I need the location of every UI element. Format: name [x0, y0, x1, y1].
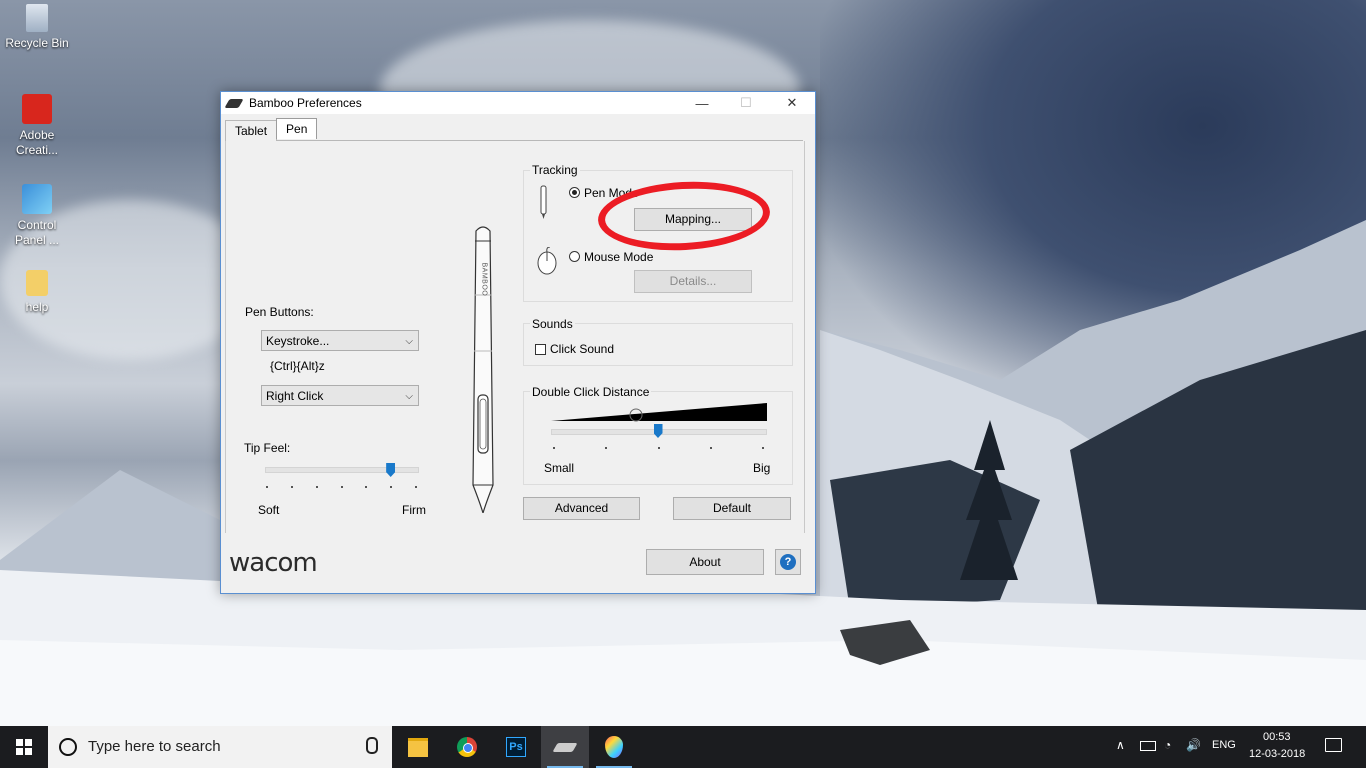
desktop-icon-adobe-creative-cloud[interactable]: Adobe Creati... [1, 94, 73, 158]
about-button[interactable]: About [646, 549, 764, 575]
chrome-icon [457, 737, 477, 757]
help-icon: ? [780, 554, 796, 570]
battery-icon[interactable] [1140, 741, 1156, 751]
paint-icon [605, 736, 623, 758]
slider-tick [315, 486, 318, 488]
tip-feel-label: Tip Feel: [244, 441, 291, 455]
show-hidden-icons-button[interactable]: ∧ [1116, 738, 1125, 752]
pen-buttons-label: Pen Buttons: [245, 305, 314, 319]
bamboo-icon [552, 742, 578, 752]
tracking-title: Tracking [530, 163, 580, 177]
slider-tick [290, 486, 293, 488]
tip-feel-min-label: Soft [258, 503, 280, 517]
photoshop-button[interactable]: Ps [492, 726, 540, 768]
wacom-logo: wacom [229, 548, 318, 578]
slider-tick [553, 447, 555, 449]
desktop-icon-recycle-bin[interactable]: Recycle Bin [1, 4, 73, 51]
default-button[interactable]: Default [673, 497, 791, 520]
mouse-mode-label: Mouse Mode [584, 250, 654, 264]
maximize-button[interactable]: ☐ [723, 92, 769, 114]
desktop-icon-control-panel[interactable]: Control Panel ... [1, 184, 73, 248]
file-explorer-icon [408, 737, 428, 757]
slider-tick [266, 486, 268, 488]
windows-logo-icon [16, 739, 32, 755]
paint-button[interactable] [590, 726, 638, 768]
slider-tick [415, 486, 417, 488]
double-click-min-label: Small [544, 461, 575, 475]
folder-icon [26, 270, 48, 296]
desktop-icon-label: Control Panel ... [14, 218, 60, 247]
start-button[interactable] [0, 726, 48, 768]
slider-tick [340, 486, 343, 488]
details-button[interactable]: Details... [634, 270, 752, 293]
upper-pen-button-value: Keystroke... [266, 334, 330, 348]
pen-icon [540, 185, 547, 219]
upper-pen-button-dropdown[interactable]: Keystroke... ⌵ [261, 330, 419, 351]
tab-pen[interactable]: Pen [276, 118, 318, 139]
file-explorer-button[interactable] [394, 726, 442, 768]
tip-feel-slider-thumb[interactable] [386, 463, 396, 477]
lower-pen-button-dropdown[interactable]: Right Click ⌵ [261, 385, 419, 406]
chevron-down-icon: ⌵ [405, 391, 413, 402]
tab-strip: Tablet Pen [225, 118, 318, 141]
sounds-title: Sounds [530, 317, 575, 331]
control-panel-icon [22, 184, 52, 214]
wifi-icon[interactable]: ◔ [1164, 738, 1171, 752]
cortana-icon [59, 738, 77, 756]
tab-tablet[interactable]: Tablet [225, 120, 278, 141]
search-placeholder: Type here to search [88, 738, 221, 755]
slider-tick [657, 447, 660, 449]
taskbar: Type here to search Ps ∧ ◔ 🔊 ENG 00:53 1… [0, 726, 1366, 768]
adobe-creative-cloud-icon [22, 94, 52, 124]
pen-mode-radio[interactable] [569, 187, 580, 198]
click-sound-label: Click Sound [550, 342, 615, 356]
chevron-down-icon: ⌵ [405, 336, 413, 347]
window-title: Bamboo Preferences [249, 96, 362, 110]
slider-tick [605, 447, 608, 449]
double-click-max-label: Big [753, 461, 771, 475]
click-sound-checkbox[interactable] [535, 344, 546, 355]
clock-date[interactable]: 12-03-2018 [1249, 748, 1305, 760]
keystroke-value: {Ctrl}{Alt}z [270, 359, 325, 373]
lower-pen-button-value: Right Click [266, 389, 324, 403]
tip-feel-max-label: Firm [402, 503, 426, 517]
language-indicator[interactable]: ENG [1212, 739, 1236, 751]
distance-ramp-graphic [551, 403, 767, 422]
tip-feel-slider[interactable] [265, 467, 419, 473]
recycle-bin-icon [26, 4, 48, 32]
photoshop-icon: Ps [506, 737, 526, 757]
microphone-icon[interactable] [366, 737, 378, 754]
desktop-icon-label: Adobe Creati... [15, 128, 58, 157]
slider-tick [709, 447, 712, 449]
advanced-button[interactable]: Advanced [523, 497, 640, 520]
action-center-icon[interactable] [1325, 738, 1342, 752]
close-button[interactable]: ✕ [769, 92, 815, 114]
slider-tick [390, 486, 393, 488]
chrome-button[interactable] [443, 726, 491, 768]
double-click-title: Double Click Distance [530, 385, 652, 399]
slider-tick [365, 486, 368, 488]
slider-tick [762, 447, 764, 449]
clock-time[interactable]: 00:53 [1263, 731, 1291, 743]
bamboo-app-icon [224, 98, 244, 108]
title-bar[interactable]: Bamboo Preferences — ☐ ✕ [221, 92, 815, 114]
bamboo-taskbar-button[interactable] [541, 726, 589, 768]
desktop-icon-label: help [25, 300, 49, 314]
pen-brand-text: BAMBOO [480, 262, 488, 297]
mouse-mode-radio[interactable] [569, 251, 580, 262]
bamboo-preferences-window: Bamboo Preferences — ☐ ✕ Tablet Pen Pen … [220, 91, 816, 594]
window-footer: wacom About ? [221, 534, 815, 593]
mouse-icon [537, 247, 557, 275]
volume-icon[interactable]: 🔊 [1186, 738, 1201, 752]
search-box[interactable]: Type here to search [48, 726, 392, 768]
desktop-icon-label: Recycle Bin [5, 36, 69, 50]
desktop-icon-help[interactable]: help [1, 270, 73, 315]
minimize-button[interactable]: — [679, 92, 725, 114]
help-button[interactable]: ? [775, 549, 801, 575]
